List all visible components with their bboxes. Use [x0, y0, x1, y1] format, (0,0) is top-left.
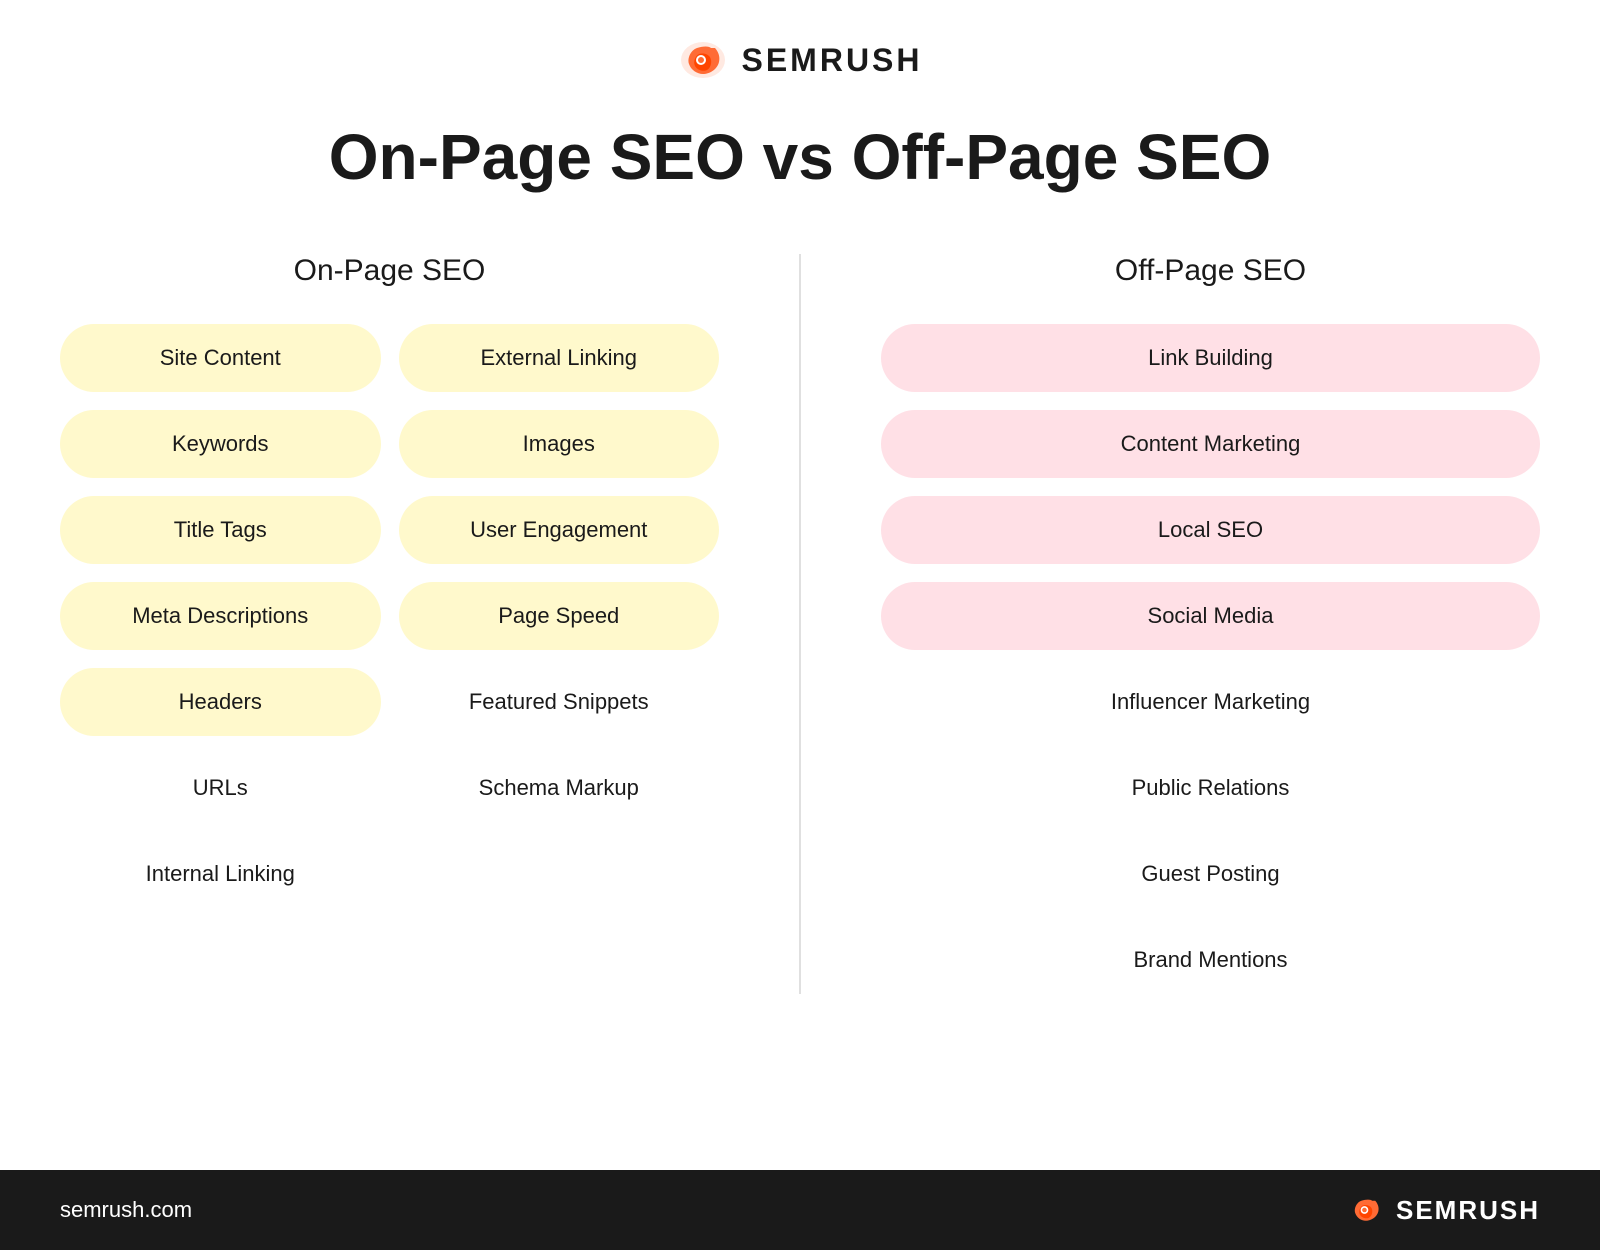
column-divider	[799, 254, 801, 994]
offpage-column: Off-Page SEO Link Building Content Market…	[881, 254, 1540, 994]
footer-logo-icon	[1346, 1194, 1386, 1226]
onpage-col2: External Linking Images User Engagement Pag…	[399, 324, 720, 908]
offpage-column-title: Off-Page SEO	[1115, 254, 1306, 288]
footer-logo-text: SEMRUSH	[1396, 1195, 1540, 1226]
onpage-item: Internal Linking	[60, 840, 381, 908]
footer: semrush.com SEMRUSH	[0, 1170, 1600, 1250]
onpage-item: Headers	[60, 668, 381, 736]
offpage-item: Local SEO	[881, 496, 1540, 564]
offpage-item: Brand Mentions	[881, 926, 1540, 994]
onpage-column: On-Page SEO Site Content Keywords Title Ta…	[60, 254, 719, 994]
onpage-col1: Site Content Keywords Title Tags Meta Descr…	[60, 324, 381, 908]
semrush-logo-icon	[677, 40, 729, 80]
offpage-item: Content Marketing	[881, 410, 1540, 478]
page-title: On-Page SEO vs Off-Page SEO	[329, 120, 1271, 194]
main-content: SEMRUSH On-Page SEO vs Off-Page SEO On-P…	[0, 0, 1600, 1170]
offpage-item: Public Relations	[881, 754, 1540, 822]
onpage-item: Images	[399, 410, 720, 478]
onpage-item: Site Content	[60, 324, 381, 392]
onpage-grid: Site Content Keywords Title Tags Meta Descr…	[60, 324, 719, 908]
offpage-item: Influencer Marketing	[881, 668, 1540, 736]
logo-area: SEMRUSH	[677, 40, 922, 80]
logo-text: SEMRUSH	[741, 42, 922, 79]
columns-wrapper: On-Page SEO Site Content Keywords Title Ta…	[60, 254, 1540, 994]
onpage-item: Featured Snippets	[399, 668, 720, 736]
onpage-item: URLs	[60, 754, 381, 822]
offpage-list: Link Building Content Marketing Local SEO S…	[881, 324, 1540, 994]
onpage-item: Page Speed	[399, 582, 720, 650]
onpage-item: External Linking	[399, 324, 720, 392]
footer-logo: SEMRUSH	[1346, 1194, 1540, 1226]
offpage-item: Guest Posting	[881, 840, 1540, 908]
onpage-item: User Engagement	[399, 496, 720, 564]
offpage-item: Social Media	[881, 582, 1540, 650]
onpage-item: Schema Markup	[399, 754, 720, 822]
footer-url: semrush.com	[60, 1197, 192, 1223]
offpage-item: Link Building	[881, 324, 1540, 392]
onpage-item: Title Tags	[60, 496, 381, 564]
onpage-item: Keywords	[60, 410, 381, 478]
onpage-column-title: On-Page SEO	[294, 254, 486, 288]
onpage-item: Meta Descriptions	[60, 582, 381, 650]
